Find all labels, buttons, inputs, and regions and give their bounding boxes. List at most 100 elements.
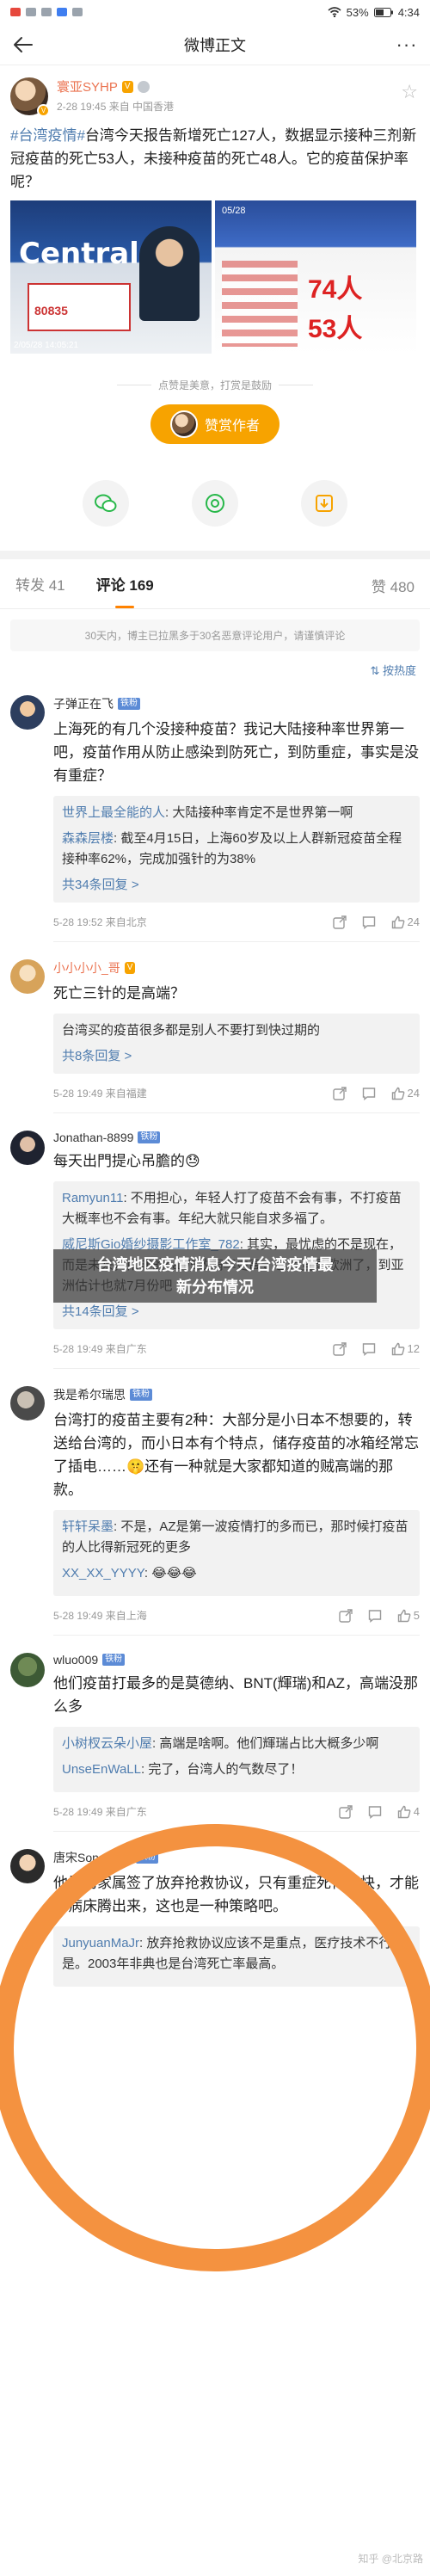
comment-footer: 5-28 19:49 来自上海 5 <box>53 1608 420 1636</box>
commenter-avatar[interactable] <box>10 1849 45 1883</box>
post-hashtag[interactable]: #台湾疫情# <box>10 127 85 144</box>
section-divider <box>0 551 430 559</box>
reply-button[interactable] <box>362 915 376 929</box>
commenter-avatar[interactable] <box>10 695 45 730</box>
reply-button[interactable] <box>368 1609 382 1623</box>
share-moments-button[interactable] <box>191 480 238 527</box>
thumbs-up-icon <box>391 1087 404 1100</box>
reply-button[interactable] <box>362 1342 376 1356</box>
reply-author[interactable]: UnseEnWaLL <box>62 1762 141 1777</box>
reward-author-button[interactable]: 赞赏作者 <box>150 404 280 444</box>
thumbs-up-icon <box>391 1342 404 1355</box>
reply-box[interactable]: 小树杈云朵小屋: 高端是啥啊。他们輝瑞占比大概多少啊 UnseEnWaLL: 完… <box>53 1727 420 1792</box>
tab-repost[interactable]: 转发 41 <box>15 573 65 595</box>
favorite-star-icon[interactable]: ☆ <box>401 81 418 103</box>
like-button[interactable]: 24 <box>391 1087 420 1100</box>
moments-icon <box>205 494 224 513</box>
reply-button[interactable] <box>362 1087 376 1100</box>
reply-box[interactable]: JunyuanMaJr: 放弃抢救协议应该不是重点，医疗技术不行才是。2003年… <box>53 1926 420 1987</box>
top-navigation-bar: 微博正文 ··· <box>0 24 430 65</box>
tab-comment[interactable]: 评论 169 <box>96 573 154 595</box>
share-icon <box>332 1341 347 1356</box>
vip-icon: V <box>124 962 136 974</box>
image-title: 05/28 <box>222 206 246 216</box>
commenter-name[interactable]: 我是希尔瑞思 <box>53 1386 126 1403</box>
more-options-button[interactable]: ··· <box>394 33 420 57</box>
reply-box[interactable]: 世界上最全能的人: 大陆接种率肯定不是世界第一啊 森森层楼: 截至4月15日，上… <box>53 796 420 903</box>
commenter-avatar[interactable] <box>10 1131 45 1165</box>
more-replies-link[interactable]: 共8条回复 > <box>62 1046 411 1067</box>
author-avatar[interactable]: V <box>10 77 50 117</box>
comment-item: 子弹正在飞 铁粉 上海死的有几个没接种疫苗？我记大陆接种率世界第一吧，疫苗作用从… <box>0 678 430 942</box>
commenter-name[interactable]: 小小小小_哥 <box>53 959 120 977</box>
comment-body: 子弹正在飞 铁粉 上海死的有几个没接种疫苗？我记大陆接种率世界第一吧，疫苗作用从… <box>53 695 420 942</box>
commenter-avatar[interactable] <box>10 1653 45 1687</box>
commenter-avatar[interactable] <box>10 1386 45 1420</box>
like-count: 4 <box>413 1805 420 1818</box>
comment-actions: 12 <box>332 1341 420 1356</box>
sort-toggle[interactable]: ⇅ 按热度 <box>0 651 430 678</box>
share-icon <box>339 1608 353 1623</box>
like-button[interactable]: 5 <box>397 1609 420 1623</box>
comment-notice: 30天内，博主已拉黑多于30名恶意评论用户，请谨慎评论 <box>10 619 420 651</box>
comment-item: Jonathan-8899 铁粉 每天出門提心吊膽的😓 Ramyun11: 不用… <box>0 1113 430 1369</box>
like-button[interactable]: 12 <box>391 1342 420 1356</box>
thumbs-up-icon <box>391 915 404 928</box>
reply-author[interactable]: 轩轩呆墨 <box>62 1519 114 1534</box>
reply-author[interactable]: Ramyun11 <box>62 1191 123 1205</box>
reply-item: Ramyun11: 不用担心，年轻人打了疫苗不会有事，不打疫苗大概率也不会有事。… <box>62 1188 411 1229</box>
reply-author[interactable]: 森森层楼 <box>62 831 114 846</box>
like-button[interactable]: 24 <box>391 915 420 929</box>
reply-text: : 截至4月15日，上海60岁及以上人群新冠疫苗全程接种率62%，完成加强针的为… <box>62 831 402 866</box>
share-button[interactable] <box>332 1086 347 1100</box>
share-button[interactable] <box>332 915 347 929</box>
commenter-name[interactable]: Jonathan-8899 <box>53 1131 133 1144</box>
page-title: 微博正文 <box>184 36 246 54</box>
comment-text: 他是劝家属签了放弃抢救协议，只有重症死得够快，才能把病床腾出来，这也是一种策略吧… <box>53 1875 419 1914</box>
commenter-name[interactable]: 子弹正在飞 <box>53 695 114 712</box>
comment-item: 小小小小_哥 V 死亡三针的是高端？ 台湾买的疫苗很多都是别人不要打到快过期的 … <box>0 942 430 1113</box>
post-image-press-conference[interactable]: Central 80835 2/05/28 14:05:21 <box>10 200 212 354</box>
post-meta: 2-28 19:45 来自 中国香港 <box>57 101 175 113</box>
commenter-name[interactable]: wluo009 <box>53 1653 98 1667</box>
back-button[interactable] <box>10 33 36 57</box>
reply-box[interactable]: 台湾买的疫苗很多都是别人不要打到快过期的 共8条回复 > <box>53 1014 420 1074</box>
image-table <box>222 261 298 347</box>
source-watermark: 知乎 @北京路 <box>358 2553 423 2565</box>
like-button[interactable]: 4 <box>397 1805 420 1819</box>
more-replies-link[interactable]: 共14条回复 > <box>62 1302 411 1322</box>
comment-text: 死亡三针的是高端？ <box>53 985 185 1001</box>
share-button[interactable] <box>339 1608 353 1623</box>
reward-avatar <box>169 410 198 438</box>
reply-text: : 不是，AZ是第一波疫情打的多而已，那时候打疫苗的人比得新冠死的更多 <box>62 1519 408 1555</box>
reply-author[interactable]: XX_XX_YYYY <box>62 1566 144 1581</box>
save-image-button[interactable] <box>300 480 347 527</box>
comment-icon <box>362 1342 375 1356</box>
more-dots-icon: ··· <box>396 34 418 55</box>
more-replies-link[interactable]: 共34条回复 > <box>62 875 411 896</box>
status-icons-right: 53% 4:34 <box>328 6 420 19</box>
comment-footer: 5-28 19:49 来自广东 12 <box>53 1341 420 1369</box>
reply-button[interactable] <box>368 1805 382 1819</box>
like-count: 24 <box>407 1087 420 1100</box>
share-wechat-button[interactable] <box>83 480 130 527</box>
reply-author[interactable]: 世界上最全能的人 <box>62 805 165 820</box>
reply-text: : 大陆接种率肯定不是世界第一啊 <box>165 805 353 820</box>
comment-icon <box>368 1609 381 1623</box>
tab-like[interactable]: 赞 480 <box>372 575 415 596</box>
commenter-name[interactable]: 唐宋SongTang <box>53 1849 132 1866</box>
commenter-avatar[interactable] <box>10 959 45 994</box>
author-name[interactable]: 寰亚SYHP <box>57 77 118 96</box>
share-button[interactable] <box>332 1341 347 1356</box>
reply-author[interactable]: JunyuanMaJr <box>62 1936 139 1950</box>
share-button[interactable] <box>339 1804 353 1819</box>
thumbs-up-icon <box>397 1805 411 1818</box>
commenter-name-row: Jonathan-8899 铁粉 <box>53 1131 420 1144</box>
comment-item: 我是希尔瑞思 铁粉 台湾打的疫苗主要有2种：大部分是小日本不想要的，转送给台湾的… <box>0 1369 430 1636</box>
share-icon <box>332 1086 347 1100</box>
reply-author[interactable]: 小树杈云朵小屋 <box>62 1736 152 1751</box>
comment-time: 5-28 19:49 来自广东 <box>53 1343 147 1355</box>
post-image-statistics-board[interactable]: 05/28 74人 53人 <box>215 200 416 354</box>
reply-box[interactable]: 轩轩呆墨: 不是，AZ是第一波疫情打的多而已，那时候打疫苗的人比得新冠死的更多 … <box>53 1510 420 1596</box>
post-images: Central 80835 2/05/28 14:05:21 05/28 74人… <box>0 200 430 354</box>
